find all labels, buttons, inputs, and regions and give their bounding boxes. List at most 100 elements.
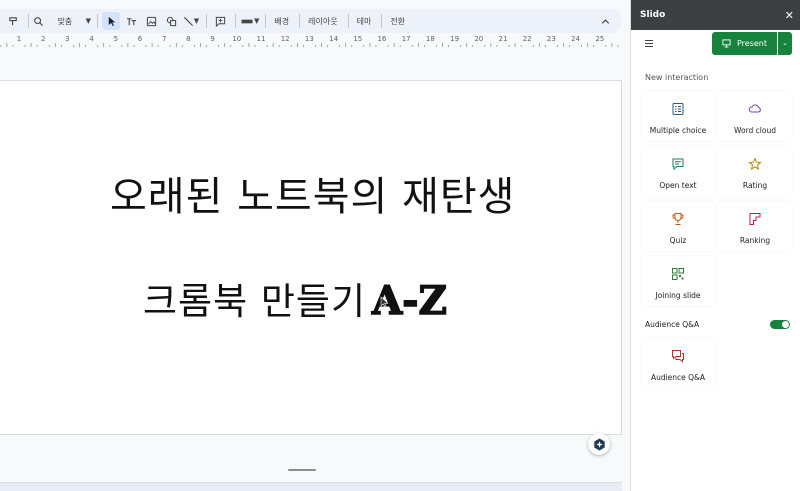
speaker-notes-area[interactable] — [0, 482, 622, 491]
word-cloud-icon — [748, 104, 761, 113]
shape-button[interactable] — [162, 12, 180, 30]
border-weight-button[interactable]: ▼ — [240, 12, 259, 30]
multiple-choice-label: Multiple choice — [649, 126, 707, 135]
toolbar-divider — [235, 14, 236, 28]
ruler-number: 5 — [113, 35, 119, 43]
insert-comment-button[interactable] — [211, 12, 229, 30]
background-button[interactable]: 배경 — [270, 12, 293, 30]
slido-action-bar: Present ⌄ — [631, 31, 800, 55]
ruler-number: 18 — [425, 35, 435, 43]
ruler-number: 25 — [595, 35, 605, 43]
qa-bubble-icon — [672, 350, 684, 363]
trophy-icon — [672, 213, 684, 225]
text-box-button[interactable] — [122, 12, 140, 30]
ruler-number: 13 — [304, 35, 314, 43]
slide[interactable]: 오래된 노트북의 재탄생 크롬북 만들기 A-Z — [0, 80, 622, 455]
comment-add-icon — [215, 16, 225, 27]
toolbar-divider — [299, 14, 301, 28]
toolbar-divider — [381, 14, 383, 28]
audience-qa-card[interactable]: Audience Q&A — [641, 338, 715, 388]
transition-button[interactable]: 전환 — [386, 12, 409, 30]
slido-panel-title: Slido — [640, 10, 666, 20]
star-icon — [748, 157, 762, 171]
ranking-icon — [749, 213, 761, 225]
speech-bubble-icon — [672, 158, 684, 171]
present-label: Present — [736, 38, 767, 48]
ruler-number: 2 — [40, 35, 46, 43]
close-icon[interactable]: ✕ — [785, 9, 794, 22]
gemini-assist-button[interactable] — [588, 433, 610, 455]
background-label: 배경 — [274, 16, 290, 26]
multiple-choice-icon — [672, 103, 684, 115]
text-box-icon — [126, 17, 136, 25]
toolbar-divider — [28, 14, 29, 28]
open-text-label: Open text — [659, 181, 697, 190]
slide-title-line-1[interactable]: 오래된 노트북의 재탄생 — [110, 164, 515, 222]
ruler-number: 9 — [210, 35, 215, 43]
menu-icon[interactable] — [645, 39, 653, 47]
ruler-number: 14 — [329, 35, 339, 43]
quiz-card[interactable]: Quiz — [641, 201, 715, 251]
audience-qa-toggle[interactable] — [770, 320, 790, 329]
ruler-number: 23 — [546, 35, 556, 43]
ruler-number: 6 — [137, 35, 143, 43]
present-split-button: Present ⌄ — [711, 31, 792, 55]
shape-icon — [166, 16, 176, 26]
ruler-number: 17 — [401, 35, 411, 43]
joining-slide-card[interactable]: Joining slide — [641, 256, 715, 306]
app-window: 맞춤 ▼ ▼ ▼ 배경 레이아웃 테마 전환 1 2 3 4 5 6 7 8 9… — [0, 0, 800, 491]
zoom-value: 맞춤 — [57, 16, 73, 26]
word-cloud-card[interactable]: Word cloud — [718, 91, 792, 141]
ruler-number: 20 — [474, 35, 484, 43]
chevron-down-icon: ▼ — [254, 17, 260, 25]
rating-card[interactable]: Rating — [718, 146, 792, 196]
paint-format-icon[interactable] — [4, 12, 22, 30]
mouse-cursor-icon — [380, 296, 389, 308]
zoom-select[interactable]: 맞춤 ▼ — [33, 12, 91, 30]
chevron-down-icon: ⌄ — [782, 39, 788, 47]
ruler-number: 10 — [232, 35, 242, 43]
ranking-label: Ranking — [739, 236, 771, 245]
insert-image-button[interactable] — [142, 12, 160, 30]
line-button[interactable]: ▼ — [182, 12, 200, 30]
slide-title-line-2[interactable]: 크롬북 만들기 A-Z — [143, 271, 448, 325]
theme-label: 테마 — [356, 16, 372, 26]
ruler-number: 12 — [280, 35, 290, 43]
open-text-card[interactable]: Open text — [641, 146, 715, 196]
border-weight-icon — [241, 19, 253, 23]
audience-qa-label: Audience Q&A — [650, 373, 706, 382]
ruler-number: 21 — [498, 35, 508, 43]
ranking-card[interactable]: Ranking — [718, 201, 792, 251]
ruler-number: 15 — [353, 35, 363, 43]
multiple-choice-card[interactable]: Multiple choice — [641, 91, 715, 141]
theme-button[interactable]: 테마 — [353, 12, 376, 30]
ruler-number: 16 — [377, 35, 387, 43]
notes-resize-handle[interactable] — [288, 469, 316, 471]
menu-bar-cutoff — [0, 0, 630, 9]
slido-side-panel: Slido ✕ Present ⌄ New interaction Multip… — [630, 0, 800, 491]
ruler-number: 1 — [16, 35, 22, 43]
quiz-label: Quiz — [669, 236, 687, 245]
layout-button[interactable]: 레이아웃 — [304, 12, 341, 30]
collapse-toolbar-button[interactable] — [596, 12, 614, 30]
ruler-number: 19 — [450, 35, 460, 43]
qr-code-icon — [672, 268, 684, 280]
chevron-up-icon — [601, 18, 609, 24]
word-cloud-label: Word cloud — [734, 126, 776, 135]
present-button[interactable]: Present — [711, 31, 778, 55]
rating-label: Rating — [742, 181, 768, 190]
slide-title-line-2-text: 크롬북 만들기 — [143, 280, 367, 323]
transition-label: 전환 — [390, 16, 406, 26]
select-tool-button[interactable] — [102, 12, 120, 30]
audience-qa-toggle-label: Audience Q&A — [645, 320, 700, 329]
toolbar: 맞춤 ▼ ▼ ▼ 배경 레이아웃 테마 전환 — [0, 9, 622, 33]
ruler-number: 22 — [522, 35, 532, 43]
joining-slide-label: Joining slide — [655, 291, 701, 300]
present-options-dropdown[interactable]: ⌄ — [778, 31, 792, 55]
ruler-number: 7 — [161, 35, 167, 43]
image-icon — [146, 16, 156, 26]
slide-canvas: 오래된 노트북의 재탄생 크롬북 만들기 A-Z — [0, 49, 630, 491]
ruler-number: 11 — [256, 35, 266, 43]
ruler-number: 8 — [186, 35, 191, 43]
chevron-down-icon: ▼ — [193, 17, 200, 25]
